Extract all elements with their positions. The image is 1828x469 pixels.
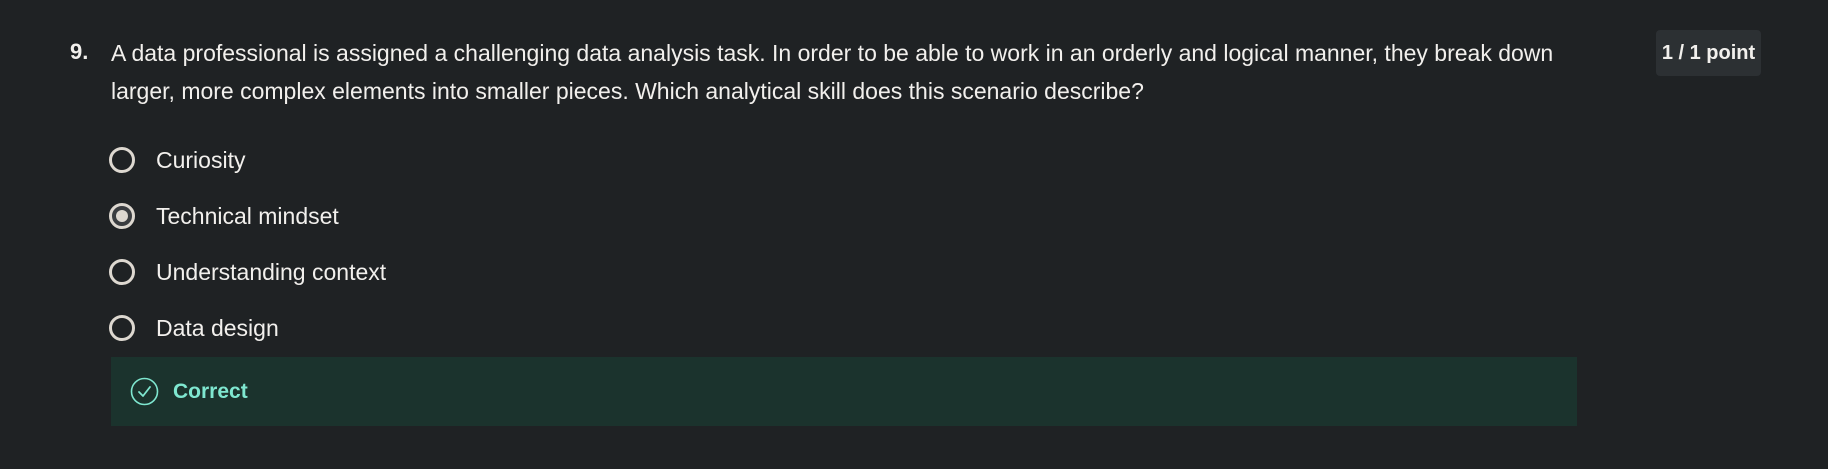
points-badge: 1 / 1 point	[1656, 30, 1761, 76]
quiz-question: 9. A data professional is assigned a cha…	[0, 0, 1828, 469]
option-curiosity[interactable]: Curiosity	[109, 132, 386, 188]
option-technical-mindset[interactable]: Technical mindset	[109, 188, 386, 244]
radio-button[interactable]	[109, 147, 135, 173]
feedback-banner: Correct	[111, 357, 1577, 426]
radio-button[interactable]	[109, 315, 135, 341]
check-circle-icon	[130, 377, 159, 406]
question-text: A data professional is assigned a challe…	[111, 40, 1554, 104]
option-label: Curiosity	[156, 147, 246, 173]
option-label: Technical mindset	[156, 203, 339, 229]
option-label: Data design	[156, 315, 279, 341]
radio-button-selected[interactable]	[109, 203, 135, 229]
feedback-label: Correct	[173, 379, 248, 403]
option-label: Understanding context	[156, 259, 387, 285]
radio-button[interactable]	[109, 259, 135, 285]
option-understanding-context[interactable]: Understanding context	[109, 244, 386, 300]
options-list: Curiosity Technical mindset Understandin…	[109, 132, 386, 356]
option-data-design[interactable]: Data design	[109, 300, 386, 356]
question-number: 9.	[70, 39, 89, 64]
